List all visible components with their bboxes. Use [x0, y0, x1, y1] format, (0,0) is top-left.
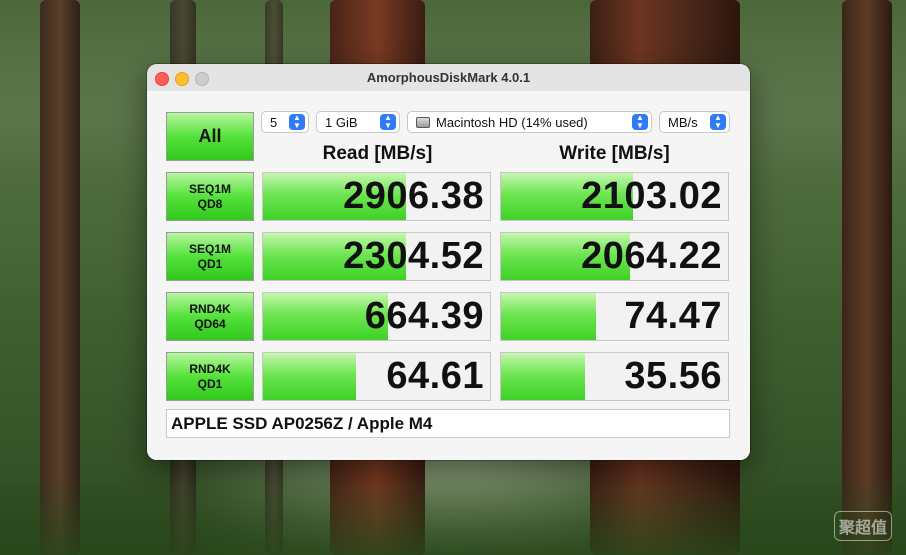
- app-window: AmorphousDiskMark 4.0.1 All 5 ▲ ▼ 1 GiB ▲…: [147, 64, 750, 460]
- read-result-cell: 2304.52: [262, 232, 491, 281]
- drive-value: Macintosh HD (14% used): [436, 114, 588, 130]
- hard-disk-icon: [416, 116, 430, 128]
- chevron-updown-icon: ▲ ▼: [632, 114, 648, 130]
- test-label-line2: QD1: [197, 376, 223, 391]
- write-value: 2103.02: [581, 175, 722, 217]
- test-button-rnd4k-qd1[interactable]: RND4K QD1: [166, 352, 254, 401]
- write-header: Write [MB/s]: [559, 143, 670, 164]
- write-value: 35.56: [624, 355, 722, 397]
- chevron-updown-icon: ▲ ▼: [380, 114, 396, 130]
- test-label-line2: QD8: [197, 196, 223, 211]
- write-value: 74.47: [624, 295, 722, 337]
- unit-value: MB/s: [668, 114, 698, 130]
- read-value: 2304.52: [343, 235, 484, 277]
- write-result-cell: 2103.02: [500, 172, 729, 221]
- drive-select[interactable]: Macintosh HD (14% used) ▲ ▼: [407, 111, 652, 133]
- test-label-line2: QD64: [194, 316, 226, 331]
- test-label-line1: SEQ1M: [188, 181, 231, 196]
- test-count-value: 5: [270, 114, 278, 130]
- read-result-cell: 64.61: [262, 352, 491, 401]
- forest-floor: [0, 475, 906, 555]
- read-value: 2906.38: [343, 175, 484, 217]
- write-progress-bar: [501, 353, 585, 400]
- tree-trunk: [40, 0, 80, 555]
- read-result-cell: 2906.38: [262, 172, 491, 221]
- write-value: 2064.22: [581, 235, 722, 277]
- read-result-cell: 664.39: [262, 292, 491, 341]
- tree-trunk: [842, 0, 892, 555]
- test-button-seq1m-qd1[interactable]: SEQ1M QD1: [166, 232, 254, 281]
- write-result-cell: 35.56: [500, 352, 729, 401]
- test-label-line1: SEQ1M: [188, 241, 231, 256]
- write-progress-bar: [501, 293, 597, 340]
- test-button-seq1m-qd8[interactable]: SEQ1M QD8: [166, 172, 254, 221]
- watermark-logo: 聚超值: [833, 511, 892, 541]
- title-bar[interactable]: AmorphousDiskMark 4.0.1: [147, 64, 750, 92]
- test-size-select[interactable]: 1 GiB ▲ ▼: [316, 111, 400, 133]
- window-title: AmorphousDiskMark 4.0.1: [366, 70, 531, 85]
- test-size-value: 1 GiB: [325, 114, 358, 130]
- test-label-line1: RND4K: [189, 361, 231, 376]
- main-content: All 5 ▲ ▼ 1 GiB ▲ ▼ Macintosh HD (14% used…: [147, 91, 750, 460]
- test-count-select[interactable]: 5 ▲ ▼: [261, 111, 309, 133]
- unit-select[interactable]: MB/s ▲ ▼: [659, 111, 730, 133]
- read-header: Read [MB/s]: [322, 143, 433, 164]
- read-progress-bar: [263, 353, 357, 400]
- test-button-rnd4k-qd64[interactable]: RND4K QD64: [166, 292, 254, 341]
- test-label-line2: QD1: [197, 256, 223, 271]
- test-label-line1: RND4K: [189, 301, 231, 316]
- chevron-updown-icon: ▲ ▼: [289, 114, 305, 130]
- device-info-field[interactable]: APPLE SSD AP0256Z / Apple M4: [166, 409, 730, 438]
- write-result-cell: 2064.22: [500, 232, 729, 281]
- read-value: 64.61: [386, 355, 484, 397]
- read-value: 664.39: [364, 295, 484, 337]
- chevron-updown-icon: ▲ ▼: [710, 114, 726, 130]
- write-result-cell: 74.47: [500, 292, 729, 341]
- run-all-button[interactable]: All: [166, 112, 254, 161]
